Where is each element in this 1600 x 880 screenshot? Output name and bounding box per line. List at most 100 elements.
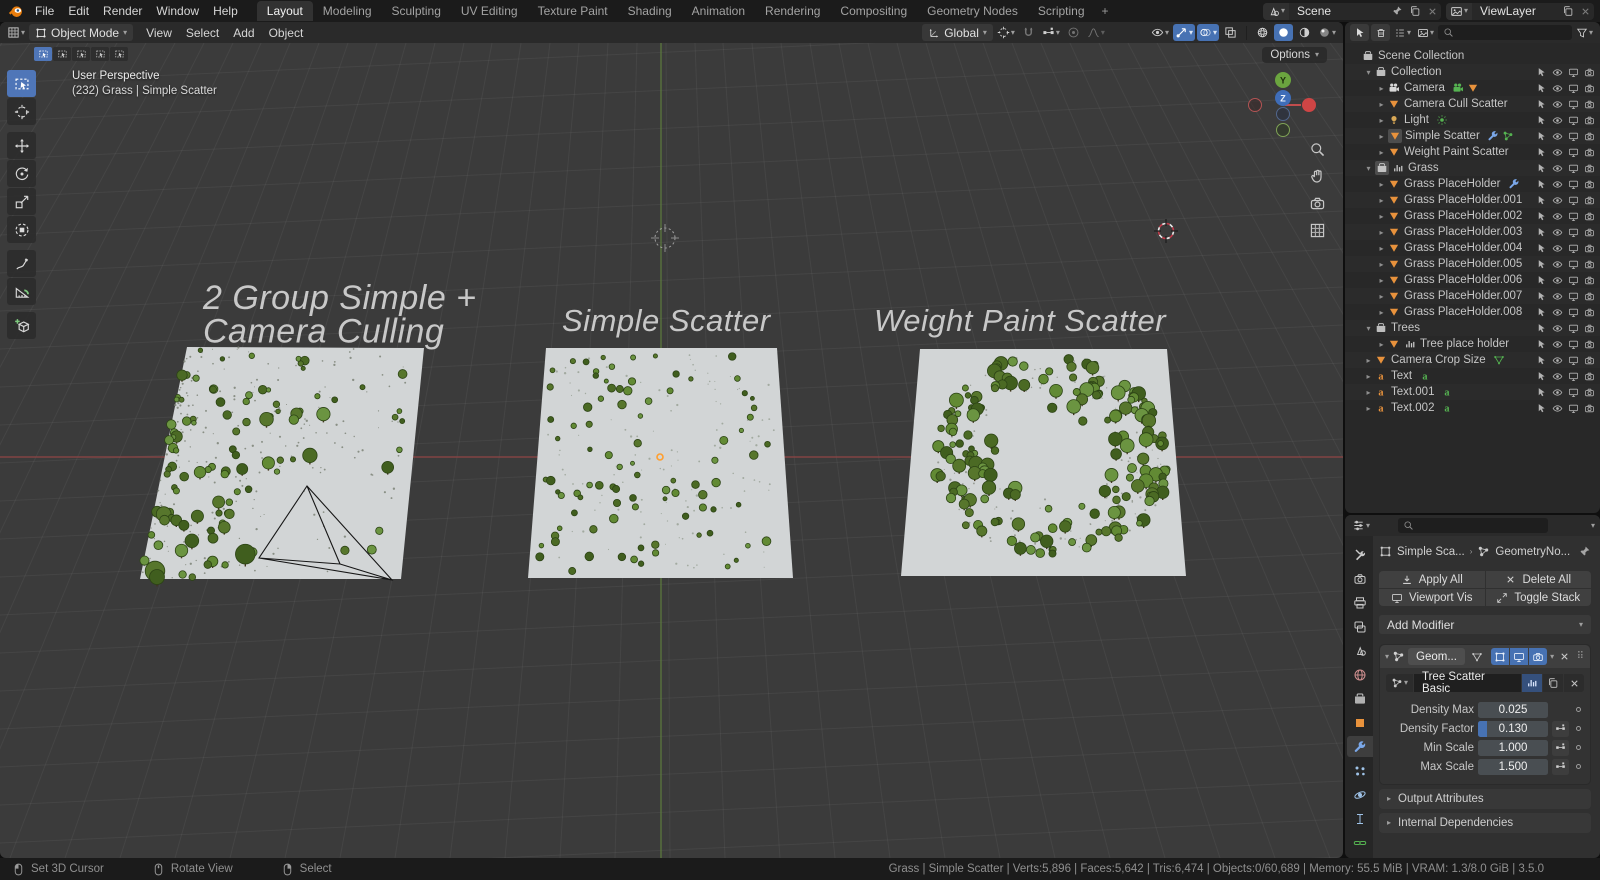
zoom-icon[interactable]	[1309, 141, 1326, 158]
viewport-vis-button[interactable]: Viewport Vis	[1379, 589, 1485, 606]
viewport-disable-toggle[interactable]	[1568, 195, 1579, 206]
shading-solid-button[interactable]	[1273, 24, 1293, 41]
camera-view-icon[interactable]	[1309, 195, 1326, 212]
scene-selector[interactable]: ▾ Scene	[1263, 2, 1441, 20]
selectable-toggle[interactable]	[1536, 115, 1547, 126]
proportional-editing-toggle[interactable]	[1064, 24, 1083, 41]
toggle-stack-button[interactable]: Toggle Stack	[1485, 589, 1591, 606]
hide-toggle[interactable]	[1552, 195, 1563, 206]
selectable-toggle[interactable]	[1536, 371, 1547, 382]
add-workspace-button[interactable]: +	[1095, 2, 1116, 20]
view-layer-browse-button[interactable]: ▾	[1446, 2, 1473, 20]
apply-all-button[interactable]: Apply All	[1379, 571, 1485, 588]
expander-icon[interactable]: ▸	[1362, 404, 1375, 413]
hide-toggle[interactable]	[1552, 259, 1563, 270]
add-modifier-dropdown[interactable]: Add Modifier ▾	[1379, 615, 1591, 634]
outliner-item-trees[interactable]: ▾ Trees	[1345, 320, 1600, 336]
select-mode-invert[interactable]	[91, 47, 109, 61]
render-disable-toggle[interactable]	[1584, 403, 1595, 414]
outliner-item-scene-collection[interactable]: Scene Collection	[1345, 48, 1600, 64]
outliner-item-grass-placeholder-007[interactable]: ▸ Grass PlaceHolder.007	[1345, 288, 1600, 304]
properties-tab-view-layer[interactable]	[1347, 616, 1373, 637]
animate-dot[interactable]	[1576, 726, 1581, 731]
properties-tab-tool[interactable]	[1347, 544, 1373, 565]
properties-tab-output[interactable]	[1347, 592, 1373, 613]
viewport-menu-add[interactable]: Add	[226, 24, 261, 42]
viewport-disable-toggle[interactable]	[1568, 115, 1579, 126]
outliner-item-grass-placeholder-004[interactable]: ▸ Grass PlaceHolder.004	[1345, 240, 1600, 256]
copy-node-group-button[interactable]	[1543, 674, 1563, 692]
render-disable-toggle[interactable]	[1584, 227, 1595, 238]
input-attribute-toggle[interactable]	[1552, 739, 1569, 756]
workspace-tab-geometry-nodes[interactable]: Geometry Nodes	[917, 1, 1028, 21]
move-tool[interactable]	[7, 132, 36, 159]
properties-tab-object[interactable]	[1347, 712, 1373, 733]
shading-material-button[interactable]	[1295, 24, 1314, 41]
outliner-item-text-001[interactable]: ▸ Text.001	[1345, 384, 1600, 400]
render-disable-toggle[interactable]	[1584, 163, 1595, 174]
remove-view-layer-button[interactable]	[1577, 3, 1594, 20]
breadcrumb-object[interactable]: Simple Sca...	[1397, 546, 1465, 558]
render-disable-toggle[interactable]	[1584, 387, 1595, 398]
select-mode-new[interactable]	[34, 47, 52, 61]
hide-toggle[interactable]	[1552, 275, 1563, 286]
render-disable-toggle[interactable]	[1584, 275, 1595, 286]
hide-toggle[interactable]	[1552, 323, 1563, 334]
scale-tool[interactable]	[7, 188, 36, 215]
hide-toggle[interactable]	[1552, 355, 1563, 366]
modifier-realtime-toggle[interactable]	[1510, 648, 1529, 665]
axis-x-ball[interactable]	[1302, 98, 1316, 112]
viewport-disable-toggle[interactable]	[1568, 403, 1579, 414]
view-layer-name[interactable]: ViewLayer	[1472, 4, 1559, 18]
render-disable-toggle[interactable]	[1584, 131, 1595, 142]
properties-tab-object-data[interactable]	[1347, 832, 1373, 853]
selectable-toggle[interactable]	[1536, 163, 1547, 174]
properties-tab-collection[interactable]	[1347, 688, 1373, 709]
expander-icon[interactable]: ▾	[1362, 324, 1375, 333]
outliner-item-text[interactable]: ▸ Text	[1345, 368, 1600, 384]
render-disable-toggle[interactable]	[1584, 355, 1595, 366]
new-scene-button[interactable]	[1406, 3, 1424, 20]
expander-icon[interactable]: ▸	[1375, 116, 1388, 125]
select-mode-subtract[interactable]	[72, 47, 90, 61]
workspace-tab-shading[interactable]: Shading	[618, 1, 682, 21]
outliner-item-tree-place-holder[interactable]: ▸ Tree place holder	[1345, 336, 1600, 352]
field-value-slider[interactable]: 1.000	[1478, 739, 1548, 756]
render-disable-toggle[interactable]	[1584, 291, 1595, 302]
axis-minus-x-ball[interactable]	[1248, 98, 1262, 112]
outliner-delete-button[interactable]	[1371, 24, 1390, 41]
outliner-search-input[interactable]	[1458, 26, 1567, 39]
outliner-item-grass[interactable]: ▾ Grass	[1345, 160, 1600, 176]
overlays-toggle[interactable]: ▾	[1196, 24, 1219, 41]
expander-icon[interactable]: ▸	[1362, 356, 1375, 365]
gizmos-toggle[interactable]: ▾	[1172, 24, 1195, 41]
hide-toggle[interactable]	[1552, 99, 1563, 110]
render-disable-toggle[interactable]	[1584, 83, 1595, 94]
properties-tab-scene[interactable]	[1347, 640, 1373, 661]
node-group-browse-button[interactable]: ▾	[1386, 674, 1413, 692]
modifier-editmode-toggle[interactable]	[1491, 648, 1510, 665]
breadcrumb-node-tree[interactable]: GeometryNo...	[1495, 546, 1570, 558]
shading-wireframe-button[interactable]	[1253, 24, 1272, 41]
outliner-item-grass-placeholder-003[interactable]: ▸ Grass PlaceHolder.003	[1345, 224, 1600, 240]
selectable-toggle[interactable]	[1536, 307, 1547, 318]
fake-user-toggle[interactable]	[1522, 674, 1542, 692]
expander-icon[interactable]: ▸	[1375, 276, 1388, 285]
modifier-panel-header[interactable]: ▾ Geom... ▾ ⠿	[1380, 645, 1590, 668]
hide-toggle[interactable]	[1552, 227, 1563, 238]
expander-icon[interactable]: ▸	[1375, 196, 1388, 205]
view-layer-display-dropdown[interactable]: ▾	[1415, 24, 1436, 41]
editor-type-dropdown[interactable]: ▾	[5, 24, 27, 41]
object-visibility-dropdown[interactable]: ▾	[1149, 24, 1171, 41]
viewport-disable-toggle[interactable]	[1568, 323, 1579, 334]
expander-icon[interactable]: ▸	[1362, 388, 1375, 397]
viewport-disable-toggle[interactable]	[1568, 355, 1579, 366]
expander-icon[interactable]: ▸	[1375, 180, 1388, 189]
animate-dot[interactable]	[1576, 764, 1581, 769]
render-disable-toggle[interactable]	[1584, 179, 1595, 190]
viewport-menu-view[interactable]: View	[139, 24, 179, 42]
input-attribute-toggle[interactable]	[1552, 758, 1569, 775]
workspace-tab-modeling[interactable]: Modeling	[313, 1, 382, 21]
pin-icon[interactable]	[1578, 545, 1591, 558]
outliner-item-simple-scatter[interactable]: ▸ Simple Scatter	[1345, 128, 1600, 144]
